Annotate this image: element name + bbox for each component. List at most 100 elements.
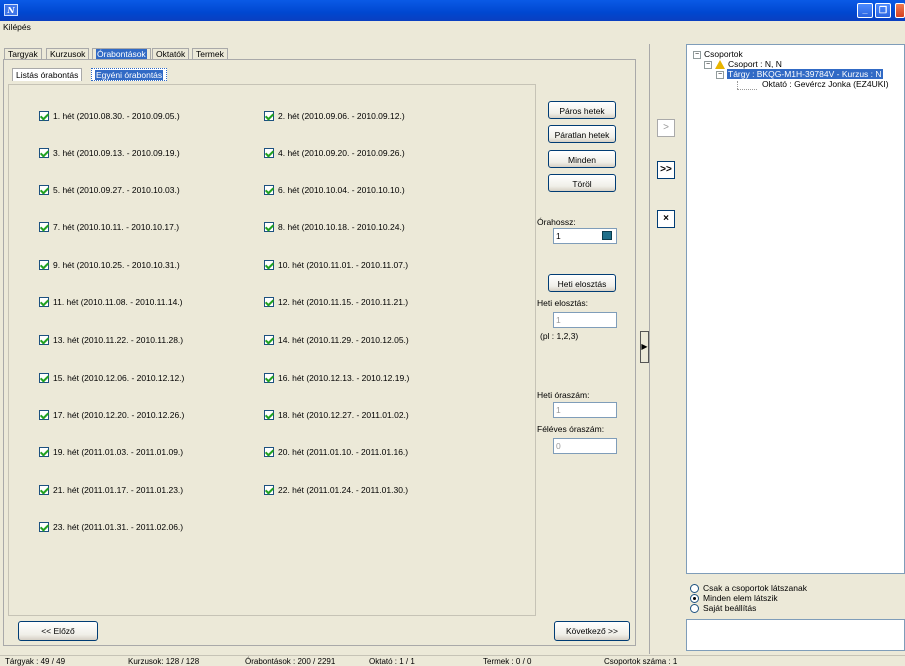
filter-option[interactable]: Saját beállítás (690, 603, 756, 614)
status-subjects: Tárgyak : 49 / 49 (5, 657, 66, 666)
checkbox-checked[interactable] (39, 148, 49, 158)
hour-length-label: Órahossz: (537, 217, 576, 227)
checkbox-checked[interactable] (264, 447, 274, 457)
save-icon[interactable] (602, 231, 612, 240)
week-checkbox[interactable]: 7. hét (2010.10.11. - 2010.10.17.) (39, 221, 179, 233)
tree-node-group[interactable]: − Csoport : N, N (704, 59, 782, 70)
week-checkbox[interactable]: 4. hét (2010.09.20. - 2010.09.26.) (264, 147, 405, 159)
tree-connector (737, 81, 738, 89)
checkbox-checked[interactable] (39, 222, 49, 232)
checkbox-checked[interactable] (264, 260, 274, 270)
delete-button[interactable]: Töröl (548, 174, 616, 192)
menu-bar: Kilépés (0, 21, 905, 34)
status-teachers: Oktató : 1 / 1 (369, 657, 415, 666)
checkbox-checked[interactable] (264, 485, 274, 495)
week-checkbox[interactable]: 22. hét (2011.01.24. - 2011.01.30.) (264, 484, 408, 496)
collapse-panel-button[interactable]: ▶ (640, 331, 649, 363)
week-checkbox[interactable]: 17. hét (2010.12.20. - 2010.12.26.) (39, 409, 184, 421)
previous-button[interactable]: << Előző (18, 621, 98, 641)
collapse-icon[interactable]: − (704, 60, 712, 69)
maximize-button[interactable]: ❐ (875, 3, 891, 18)
week-checkbox[interactable]: 21. hét (2011.01.17. - 2011.01.23.) (39, 484, 183, 496)
week-checkbox[interactable]: 1. hét (2010.08.30. - 2010.09.05.) (39, 110, 180, 122)
checkbox-checked[interactable] (264, 148, 274, 158)
collapse-icon[interactable]: − (693, 50, 701, 59)
status-courses: Kurzusok: 128 / 128 (128, 657, 200, 666)
weekly-distribution-input[interactable]: 1 (553, 312, 617, 328)
checkbox-checked[interactable] (39, 111, 49, 121)
radio-on[interactable] (690, 594, 699, 604)
week-checkbox[interactable]: 20. hét (2011.01.10. - 2011.01.16.) (264, 446, 408, 458)
tree-connector (737, 89, 757, 90)
hour-length-input[interactable]: 1 (553, 228, 617, 244)
all-weeks-button[interactable]: Minden (548, 150, 616, 168)
week-checkbox[interactable]: 13. hét (2010.11.22. - 2010.11.28.) (39, 334, 183, 346)
weekly-distribution-label: Heti elosztás: (537, 298, 589, 308)
app-icon: N (4, 4, 18, 16)
checkbox-checked[interactable] (39, 185, 49, 195)
week-checkbox[interactable]: 15. hét (2010.12.06. - 2010.12.12.) (39, 372, 184, 384)
checkbox-checked[interactable] (39, 297, 49, 307)
move-all-button[interactable]: >> (657, 161, 675, 179)
week-checkbox[interactable]: 23. hét (2011.01.31. - 2011.02.06.) (39, 521, 183, 533)
week-checkbox[interactable]: 5. hét (2010.09.27. - 2010.10.03.) (39, 184, 180, 196)
week-checkbox[interactable]: 8. hét (2010.10.18. - 2010.10.24.) (264, 221, 405, 233)
tree-node-root[interactable]: − Csoportok (693, 49, 743, 59)
checkbox-checked[interactable] (39, 260, 49, 270)
next-button[interactable]: Következő >> (554, 621, 630, 641)
semester-hours-input[interactable]: 0 (553, 438, 617, 454)
checkbox-checked[interactable] (264, 185, 274, 195)
checkbox-checked[interactable] (264, 222, 274, 232)
status-rooms: Termek : 0 / 0 (483, 657, 532, 666)
checkbox-checked[interactable] (39, 485, 49, 495)
remove-button[interactable]: × (657, 210, 675, 228)
week-checkbox[interactable]: 2. hét (2010.09.06. - 2010.09.12.) (264, 110, 405, 122)
even-weeks-button[interactable]: Páros hetek (548, 101, 616, 119)
week-checkbox[interactable]: 16. hét (2010.12.13. - 2010.12.19.) (264, 372, 409, 384)
week-checkbox[interactable]: 18. hét (2010.12.27. - 2011.01.02.) (264, 409, 409, 421)
week-checkbox[interactable]: 10. hét (2010.11.01. - 2010.11.07.) (264, 259, 408, 271)
weekly-distribution-hint: (pl : 1,2,3) (540, 331, 579, 341)
weeks-panel (8, 84, 536, 616)
tree-node-subject[interactable]: − Tárgy : BKQG-M1H-39784V - Kurzus : N (716, 69, 883, 79)
week-checkbox[interactable]: 6. hét (2010.10.04. - 2010.10.10.) (264, 184, 405, 196)
radio-off[interactable] (690, 604, 699, 614)
move-button[interactable]: > (657, 119, 675, 137)
filter-option[interactable]: Csak a csoportok látszanak (690, 583, 807, 594)
divider (649, 44, 650, 654)
weekly-distribution-button[interactable]: Heti elosztás (548, 274, 616, 292)
tree-node-teacher[interactable]: Oktató : Gevércz Jonka (EZ4UKI) (762, 79, 889, 89)
subtab-custom-split[interactable]: Egyéni órabontás (91, 68, 168, 81)
week-checkbox[interactable]: 12. hét (2010.11.15. - 2010.11.21.) (264, 296, 408, 308)
checkbox-checked[interactable] (39, 522, 49, 532)
checkbox-checked[interactable] (264, 410, 274, 420)
week-checkbox[interactable]: 9. hét (2010.10.25. - 2010.10.31.) (39, 259, 180, 271)
minimize-button[interactable]: _ (857, 3, 873, 18)
menu-exit[interactable]: Kilépés (3, 22, 31, 32)
checkbox-checked[interactable] (264, 373, 274, 383)
checkbox-checked[interactable] (264, 297, 274, 307)
groups-tree[interactable]: − Csoportok − Csoport : N, N − Tárgy : BKQG… (686, 44, 905, 574)
weekly-hours-label: Heti óraszám: (537, 390, 590, 400)
checkbox-checked[interactable] (264, 335, 274, 345)
odd-weeks-button[interactable]: Páratlan hetek (548, 125, 616, 143)
checkbox-checked[interactable] (39, 410, 49, 420)
week-checkbox[interactable]: 11. hét (2010.11.08. - 2010.11.14.) (39, 296, 182, 308)
week-checkbox[interactable]: 19. hét (2011.01.03. - 2011.01.09.) (39, 446, 183, 458)
close-button[interactable] (895, 3, 905, 18)
checkbox-checked[interactable] (39, 447, 49, 457)
checkbox-checked[interactable] (264, 111, 274, 121)
collapse-icon[interactable]: − (716, 70, 724, 79)
status-splits: Órabontások : 200 / 2291 (245, 657, 336, 666)
info-box (686, 619, 905, 651)
weekly-hours-input[interactable]: 1 (553, 402, 617, 418)
title-bar (0, 0, 905, 21)
checkbox-checked[interactable] (39, 335, 49, 345)
semester-hours-label: Féléves óraszám: (537, 424, 605, 434)
week-checkbox[interactable]: 14. hét (2010.11.29. - 2010.12.05.) (264, 334, 409, 346)
radio-off[interactable] (690, 584, 699, 594)
filter-option[interactable]: Minden elem látszik (690, 593, 778, 604)
week-checkbox[interactable]: 3. hét (2010.09.13. - 2010.09.19.) (39, 147, 180, 159)
subtab-list-split[interactable]: Listás órabontás (12, 68, 83, 81)
checkbox-checked[interactable] (39, 373, 49, 383)
